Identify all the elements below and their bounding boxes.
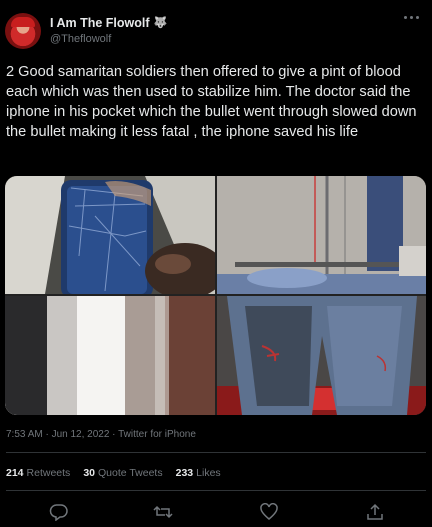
wolf-emoji-icon: 🐺 xyxy=(153,16,168,29)
photo-blood-gauze[interactable] xyxy=(5,296,215,415)
quote-tweets-count: 30 xyxy=(83,467,95,479)
likes-count: 233 xyxy=(175,467,194,479)
photo-hospital-bed[interactable] xyxy=(217,176,426,294)
retweets-stat[interactable]: 214 Retweets xyxy=(6,467,70,479)
share-icon[interactable] xyxy=(365,503,385,521)
tweet-timestamp[interactable]: 7:53 AM · Jun 12, 2022 · Twitter for iPh… xyxy=(6,429,196,440)
photo-bloody-jeans[interactable] xyxy=(217,296,426,415)
photo-damaged-iphone[interactable] xyxy=(5,176,215,294)
photo-damaged-iphone-image xyxy=(5,176,215,294)
divider xyxy=(6,452,426,453)
tweet-actions xyxy=(0,503,432,523)
display-name[interactable]: I Am The Flowolf xyxy=(50,16,150,30)
retweets-label: Retweets xyxy=(26,467,71,479)
retweet-icon[interactable] xyxy=(153,503,173,521)
divider xyxy=(6,490,426,491)
engagement-stats: 214 Retweets 30 Quote Tweets 233 Likes xyxy=(6,467,221,479)
media-grid xyxy=(5,176,426,415)
likes-stat[interactable]: 233 Likes xyxy=(176,467,221,479)
author-name-row: I Am The Flowolf 🐺 xyxy=(50,16,167,30)
retweets-count: 214 xyxy=(6,467,24,479)
like-icon[interactable] xyxy=(259,503,279,521)
likes-label: Likes xyxy=(196,467,221,479)
photo-bloody-jeans-image xyxy=(217,296,426,415)
user-handle[interactable]: @Theflowolf xyxy=(50,33,111,45)
avatar[interactable] xyxy=(5,13,41,49)
quote-tweets-stat[interactable]: 30 Quote Tweets xyxy=(83,467,162,479)
photo-blood-gauze-image xyxy=(5,296,215,415)
quote-tweets-label: Quote Tweets xyxy=(98,467,163,479)
more-options-icon[interactable] xyxy=(404,16,420,22)
photo-hospital-bed-image xyxy=(217,176,426,294)
tweet-text: 2 Good samaritan soldiers then offered t… xyxy=(6,64,417,140)
reply-icon[interactable] xyxy=(49,503,69,521)
